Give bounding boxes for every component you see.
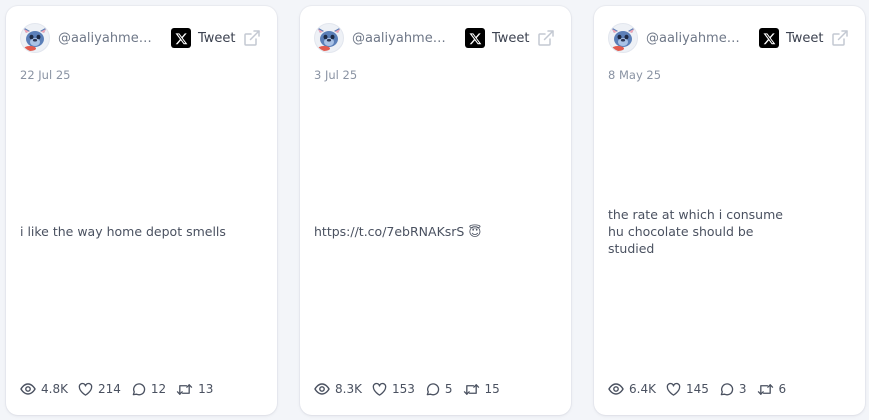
retweets-stat[interactable]: 6 (757, 382, 787, 397)
tweet-text[interactable]: https://t.co/7ebRNAKsrS (314, 224, 464, 239)
tweet-card[interactable]: @aaliyahmen... Tweet 22 Jul 25 i like th… (6, 6, 277, 415)
likes-stat[interactable]: 214 (78, 382, 121, 397)
x-logo-icon (171, 28, 191, 48)
likes-count: 153 (391, 382, 415, 396)
replies-stat[interactable]: 3 (719, 382, 747, 397)
x-logo-icon (759, 28, 779, 48)
tweet-date: 3 Jul 25 (314, 68, 358, 82)
tweet-text: the rate at which i consume hu chocolate… (608, 206, 783, 256)
x-logo-icon (465, 28, 485, 48)
external-link-icon[interactable] (537, 29, 555, 47)
user-handle[interactable]: @aaliyahmen... (352, 31, 453, 46)
tweet-date: 8 May 25 (608, 68, 662, 82)
tweet-label: Tweet (786, 30, 824, 46)
card-header: @aaliyahmen... Tweet (608, 23, 851, 53)
tweet-board: @aaliyahmen... Tweet 22 Jul 25 i like th… (0, 0, 869, 420)
retweet-icon (463, 383, 479, 395)
card-header: @aaliyahmen... Tweet (314, 23, 557, 53)
tweet-label: Tweet (492, 30, 530, 46)
comment-icon (426, 382, 440, 395)
views-count: 6.4K (629, 382, 656, 396)
tweet-stats: 6.4K 145 3 6 (608, 380, 796, 398)
retweet-icon (176, 383, 193, 395)
tweet-card[interactable]: @aaliyahmen... Tweet 8 May 25 the rate a… (594, 6, 865, 415)
views-stat: 4.8K (20, 381, 68, 397)
tweet-stats: 4.8K 214 12 13 (20, 380, 223, 398)
tweet-label: Tweet (198, 30, 236, 46)
heart-icon (666, 382, 681, 396)
heart-icon (78, 382, 93, 396)
tweet-text: i like the way home depot smells (20, 223, 226, 239)
eye-icon (608, 383, 624, 395)
tweet-text-area: i like the way home depot smells (20, 86, 263, 376)
replies-count: 3 (738, 382, 747, 396)
retweet-icon (757, 383, 773, 395)
external-link-icon[interactable] (243, 29, 261, 47)
retweets-count: 6 (778, 382, 787, 396)
tweet-text-area: the rate at which i consume hu chocolate… (608, 86, 851, 376)
eye-icon (20, 383, 36, 395)
replies-count: 12 (150, 382, 167, 396)
likes-stat[interactable]: 153 (372, 382, 415, 397)
tweet-emoji: 😇 (468, 223, 482, 239)
views-count: 4.8K (41, 382, 68, 396)
retweets-count: 15 (484, 382, 500, 396)
stitch-avatar-icon (20, 23, 50, 53)
replies-count: 5 (444, 382, 453, 396)
user-handle[interactable]: @aaliyahmen... (58, 31, 159, 46)
tweet-text-area: https://t.co/7ebRNAKsrS 😇 (314, 86, 557, 376)
views-stat: 6.4K (608, 381, 656, 397)
tweet-stats: 8.3K 153 5 15 (314, 380, 510, 398)
retweets-stat[interactable]: 15 (463, 382, 500, 397)
heart-icon (372, 382, 387, 396)
tweet-card[interactable]: @aaliyahmen... Tweet 3 Jul 25 https://t.… (300, 6, 571, 415)
replies-stat[interactable]: 12 (131, 382, 166, 397)
retweets-count: 13 (198, 382, 214, 396)
tweet-date: 22 Jul 25 (20, 68, 71, 82)
likes-count: 214 (97, 382, 121, 396)
views-stat: 8.3K (314, 381, 362, 397)
stitch-avatar-icon (608, 23, 638, 53)
comment-icon (132, 382, 146, 395)
external-link-icon[interactable] (831, 29, 849, 47)
retweets-stat[interactable]: 13 (176, 382, 213, 397)
card-header: @aaliyahmen... Tweet (20, 23, 263, 53)
eye-icon (314, 383, 330, 395)
likes-stat[interactable]: 145 (666, 382, 709, 397)
comment-icon (720, 382, 734, 395)
views-count: 8.3K (335, 382, 362, 396)
user-handle[interactable]: @aaliyahmen... (646, 31, 747, 46)
likes-count: 145 (685, 382, 709, 396)
stitch-avatar-icon (314, 23, 344, 53)
replies-stat[interactable]: 5 (425, 382, 453, 397)
